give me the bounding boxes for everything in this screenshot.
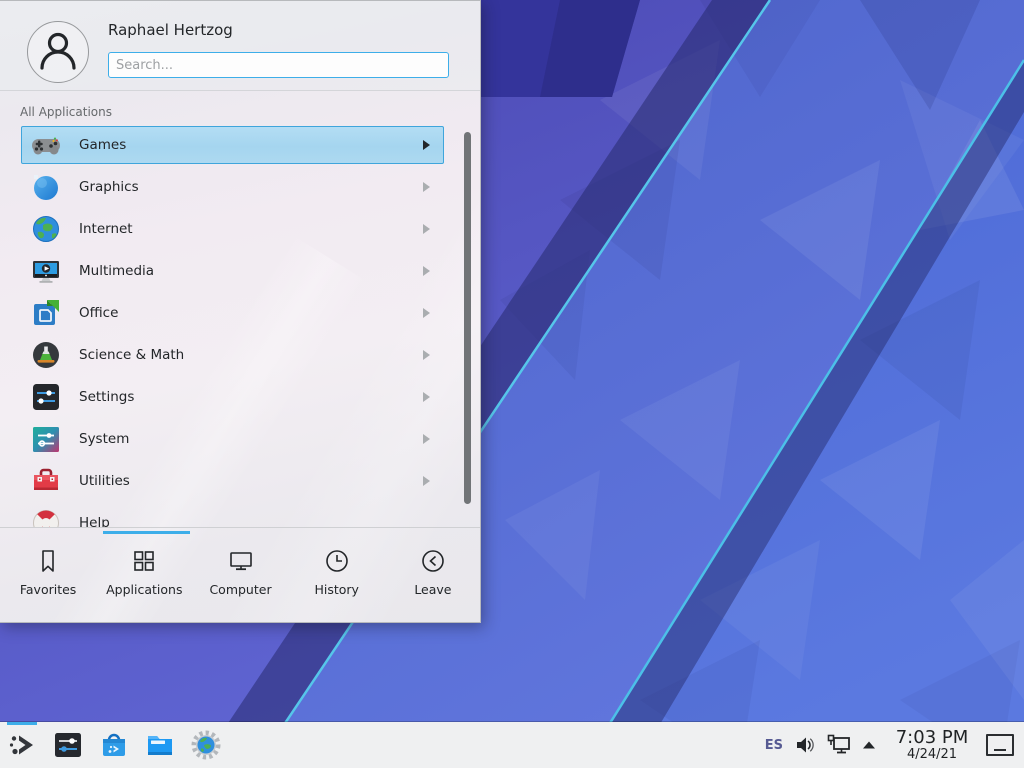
category-settings[interactable]: Settings xyxy=(21,378,444,416)
digital-clock[interactable]: 7:03 PM 4/24/21 xyxy=(892,729,972,762)
tab-computer[interactable]: Computer xyxy=(192,528,288,623)
leave-icon xyxy=(419,547,447,575)
category-label: Multimedia xyxy=(79,263,154,279)
tab-history[interactable]: History xyxy=(289,528,385,623)
system-icon xyxy=(30,423,62,455)
submenu-arrow-icon xyxy=(423,434,430,444)
graphics-icon xyxy=(30,171,62,203)
utilities-icon xyxy=(30,465,62,497)
clock-time: 7:03 PM xyxy=(892,729,972,748)
tab-leave[interactable]: Leave xyxy=(385,528,481,623)
taskbar-app-launcher[interactable] xyxy=(6,729,38,761)
file-manager-icon xyxy=(144,729,176,761)
launcher-tab-bar: Favorites Applications Computer xyxy=(0,527,481,623)
search-input[interactable] xyxy=(108,52,449,78)
science-icon xyxy=(30,339,62,371)
category-label: System xyxy=(79,431,129,447)
discover-icon xyxy=(98,729,130,761)
tab-label: Applications xyxy=(106,582,182,597)
submenu-arrow-icon xyxy=(423,224,430,234)
taskbar-app-discover[interactable] xyxy=(98,729,130,761)
system-tray: ES 7:03 PM 4/24/21 xyxy=(765,729,1018,762)
application-launcher-menu: Raphael Hertzog All Applications Games xyxy=(0,0,481,623)
category-label: Office xyxy=(79,305,118,321)
tab-label: History xyxy=(314,582,358,597)
taskbar-panel: ES 7:03 PM 4/24/21 xyxy=(0,722,1024,768)
category-help[interactable]: Help xyxy=(21,504,444,527)
submenu-arrow-icon xyxy=(423,140,430,150)
category-games[interactable]: Games xyxy=(21,126,444,164)
active-tab-indicator xyxy=(103,531,190,534)
submenu-arrow-icon xyxy=(423,308,430,318)
scrollbar-track[interactable] xyxy=(464,126,471,527)
category-graphics[interactable]: Graphics xyxy=(21,168,444,206)
system-settings-icon xyxy=(52,729,84,761)
user-avatar[interactable] xyxy=(27,21,89,83)
taskbar-app-file-manager[interactable] xyxy=(144,729,176,761)
favorites-icon xyxy=(34,547,62,575)
internet-icon xyxy=(30,213,62,245)
category-utilities[interactable]: Utilities xyxy=(21,462,444,500)
category-label: Science & Math xyxy=(79,347,184,363)
taskbar-app-web-browser[interactable] xyxy=(190,729,222,761)
category-label: Graphics xyxy=(79,179,139,195)
category-multimedia[interactable]: Multimedia xyxy=(21,252,444,290)
launcher-header: Raphael Hertzog xyxy=(0,1,480,91)
submenu-arrow-icon xyxy=(423,266,430,276)
show-desktop-button[interactable] xyxy=(986,734,1014,756)
applications-icon xyxy=(130,547,158,575)
help-icon xyxy=(30,507,62,527)
office-icon xyxy=(30,297,62,329)
tab-label: Favorites xyxy=(20,582,76,597)
category-science-math[interactable]: Science & Math xyxy=(21,336,444,374)
category-list: Games Graphics Internet xyxy=(0,126,481,527)
submenu-arrow-icon xyxy=(423,350,430,360)
submenu-arrow-icon xyxy=(423,392,430,402)
volume-icon[interactable] xyxy=(794,734,816,756)
tab-applications[interactable]: Applications xyxy=(96,528,192,623)
multimedia-icon xyxy=(30,255,62,287)
tab-favorites[interactable]: Favorites xyxy=(0,528,96,623)
web-browser-icon xyxy=(190,729,222,761)
scrollbar-thumb[interactable] xyxy=(464,132,471,504)
taskbar-app-system-settings[interactable] xyxy=(52,729,84,761)
category-label: Utilities xyxy=(79,473,130,489)
computer-icon xyxy=(227,547,255,575)
tab-label: Computer xyxy=(209,582,271,597)
clock-date: 4/24/21 xyxy=(892,748,972,762)
category-system[interactable]: System xyxy=(21,420,444,458)
settings-icon xyxy=(30,381,62,413)
category-internet[interactable]: Internet xyxy=(21,210,444,248)
history-icon xyxy=(323,547,351,575)
kickoff-launcher-icon xyxy=(6,729,38,761)
network-icon[interactable] xyxy=(826,733,852,757)
user-name: Raphael Hertzog xyxy=(108,21,233,39)
submenu-arrow-icon xyxy=(423,476,430,486)
category-label: Help xyxy=(79,515,110,527)
active-app-indicator xyxy=(7,722,37,725)
category-label: Internet xyxy=(79,221,133,237)
category-office[interactable]: Office xyxy=(21,294,444,332)
keyboard-layout-indicator[interactable]: ES xyxy=(765,738,783,753)
tab-label: Leave xyxy=(414,582,451,597)
category-label: Games xyxy=(79,137,126,153)
section-label: All Applications xyxy=(20,105,112,119)
submenu-arrow-icon xyxy=(423,182,430,192)
games-icon xyxy=(30,129,62,161)
category-label: Settings xyxy=(79,389,134,405)
expand-tray-caret-icon[interactable] xyxy=(862,740,876,750)
